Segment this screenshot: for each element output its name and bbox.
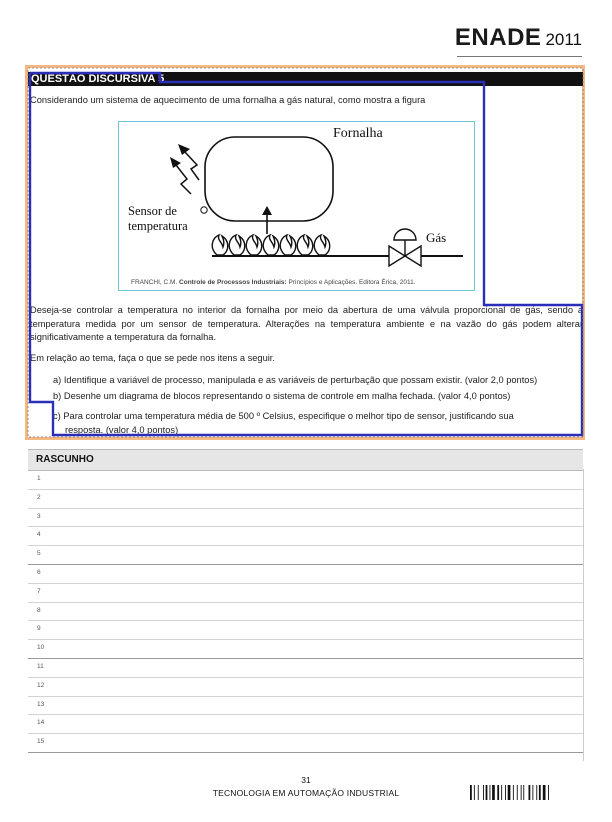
item-a: a) Identifique a variável de processo, m…: [53, 375, 538, 385]
barcode-bar: [536, 785, 538, 800]
draft-line: 7: [28, 584, 583, 603]
draft-line: 15: [28, 734, 583, 753]
furnace-label: Fornalha: [333, 126, 383, 141]
draft-line: 8: [28, 603, 583, 622]
barcode-bar: [477, 785, 479, 800]
draft-line-number: 4: [37, 531, 41, 539]
draft-line-number: 1: [37, 475, 41, 482]
barcode-bar: [523, 785, 525, 800]
question-title: QUESTÃO DISCURSIVA 5: [31, 73, 165, 85]
barcode-bar: [483, 785, 484, 800]
barcode-bar: [548, 785, 549, 800]
barcode-bar: [528, 785, 531, 800]
draft-line-number: 14: [37, 719, 45, 727]
draft-line: 10: [28, 640, 583, 659]
figure-caption: FRANCHI, C.M. Controle de Processos Indu…: [131, 279, 416, 286]
barcode-icon: [470, 785, 549, 800]
draft-line: 2: [28, 490, 583, 509]
question-title-bar: QUESTÃO DISCURSIVA 5: [28, 72, 583, 86]
draft-line-number: 12: [37, 681, 45, 689]
item-b: b) Desenhe um diagrama de blocos represe…: [53, 391, 511, 401]
item-c: c) Para controlar uma temperatura média …: [53, 410, 581, 437]
draft-line: 9: [28, 621, 583, 641]
barcode-bar: [497, 785, 500, 800]
item-c-text: c) Para controlar uma temperatura média …: [53, 411, 514, 421]
radiation-arrow-2: [175, 164, 192, 195]
draft-line-number: 11: [37, 662, 44, 670]
draft-line-number: 5: [37, 550, 41, 558]
logo-year: 2011: [545, 30, 582, 49]
sensor-point: [200, 206, 208, 214]
barcode-bar: [532, 785, 534, 800]
draft-line-number: 6: [37, 568, 41, 576]
page-number: 31: [301, 775, 311, 785]
figure-box: Fornalha Sensor de temperatura Gás FRANC…: [118, 121, 475, 291]
draft-line-number: 2: [37, 493, 41, 501]
logo-text: ENADE: [454, 24, 542, 51]
sensor-label-line1: Sensor de: [128, 204, 177, 218]
draft-right-border: [583, 469, 584, 761]
furnace-shape: [204, 136, 334, 222]
page-header-logo: ENADE 2011: [454, 24, 582, 57]
question-paragraph: Deseja-se controlar a temperatura no int…: [30, 305, 583, 342]
draft-box: RASCUNHO 1 2 3 4 5 6 7 8 9 10 11 12 13 14 15: [28, 449, 583, 762]
draft-line: 14: [28, 715, 583, 735]
barcode-bar: [485, 785, 488, 800]
question-instruction: Em relação ao tema, faça o que se pede n…: [30, 353, 275, 363]
logo-rule: [457, 56, 582, 57]
barcode-bar: [501, 785, 503, 800]
burner-flames: [211, 233, 331, 256]
draft-line-number: 3: [37, 512, 41, 520]
draft-line: 4: [28, 527, 583, 547]
draft-line: 5: [28, 546, 583, 565]
caption-author: FRANCHI, C.M.: [131, 279, 178, 286]
draft-line: 11: [28, 659, 583, 678]
question-intro: Considerando um sistema de aquecimento d…: [30, 95, 426, 105]
draft-title: RASCUNHO: [28, 450, 583, 471]
barcode-bar: [520, 785, 522, 800]
draft-lines: 1 2 3 4 5 6 7 8 9 10 11 12 13 14 15: [28, 471, 583, 753]
draft-line-number: 15: [37, 738, 45, 746]
barcode-bar: [512, 785, 514, 800]
draft-line-number: 13: [37, 700, 45, 708]
heat-arrow-head: [262, 206, 272, 215]
draft-line-number: 8: [37, 606, 41, 614]
draft-line-number: 7: [37, 587, 41, 595]
radiation-arrow-1: [184, 151, 200, 181]
sensor-label-line2: temperatura: [128, 219, 188, 233]
draft-line: 1: [28, 471, 583, 490]
gas-valve: [388, 228, 422, 268]
draft-line: 3: [28, 509, 583, 528]
draft-line: 12: [28, 678, 583, 697]
draft-line: 13: [28, 697, 583, 716]
draft-line-number: 10: [37, 644, 45, 652]
barcode-bar: [489, 785, 491, 800]
item-c-continuation: resposta. (valor 4,0 pontos): [65, 424, 179, 435]
barcode-bar: [516, 785, 518, 800]
barcode-bar: [542, 785, 546, 800]
draft-line: 6: [28, 565, 583, 584]
gas-label: Gás: [426, 230, 447, 245]
barcode-bar: [470, 785, 472, 800]
barcode-bar: [538, 785, 541, 800]
draft-line-number: 9: [37, 625, 41, 633]
barcode-bar: [505, 785, 506, 800]
sensor-label: Sensor de temperatura: [128, 204, 188, 234]
caption-title: Controle de Processos Industriais:: [179, 279, 287, 286]
barcode-bar: [492, 785, 495, 800]
caption-rest: Princípios e Aplicações. Editora Érica, …: [288, 279, 416, 286]
barcode-bar: [473, 785, 475, 800]
barcode-bar: [507, 785, 511, 800]
